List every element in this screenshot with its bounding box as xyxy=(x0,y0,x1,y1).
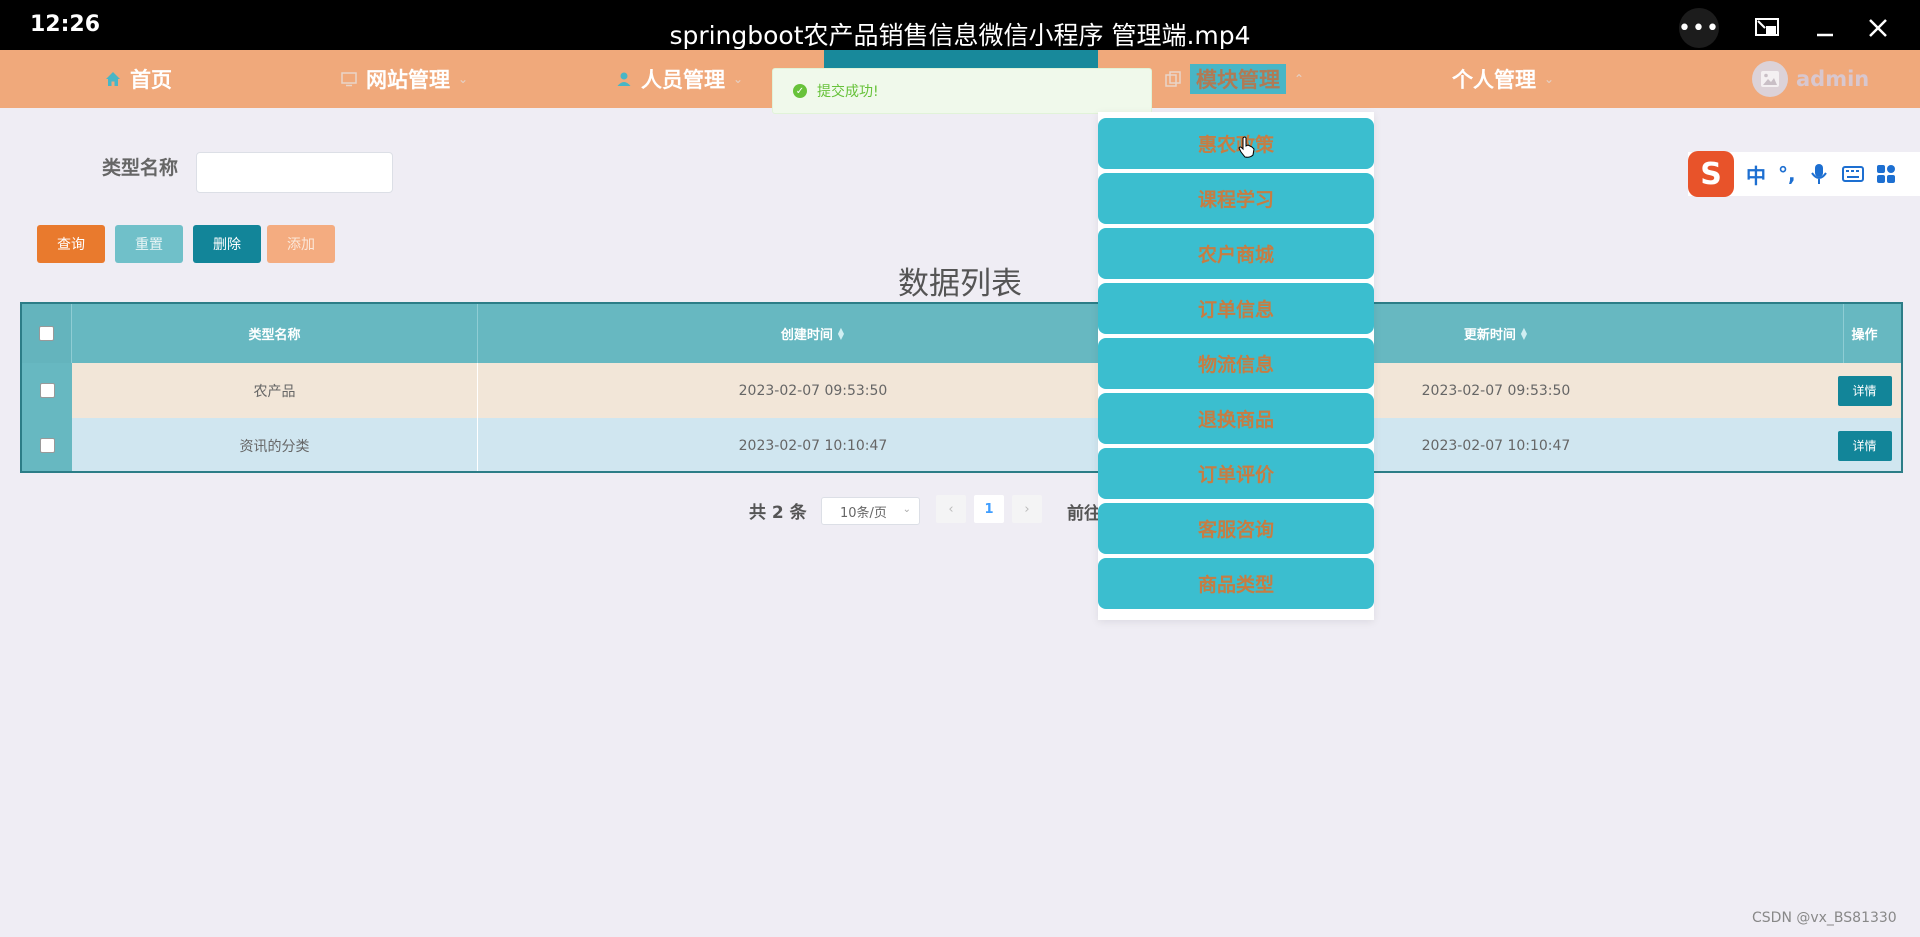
table-header: 类型名称 创建时间 ▲ ▼ 更新时间 ▲ ▼ 操作 xyxy=(22,304,1901,363)
pagination-total: 共 2 条 xyxy=(749,503,807,523)
player-title-bar: 12:26 springboot农产品销售信息微信小程序 管理端.mp4 ••• xyxy=(0,0,1920,50)
menu-item-farmer-mall[interactable]: 农户商城 xyxy=(1098,228,1374,279)
cell-created: 2023-02-07 09:53:50 xyxy=(738,382,888,399)
cell-actions: 详情 xyxy=(1824,363,1901,418)
page-size-value: 10条/页 xyxy=(840,505,887,521)
menu-item-logistics[interactable]: 物流信息 xyxy=(1098,338,1374,389)
close-icon[interactable] xyxy=(1858,8,1898,48)
chevron-down-icon: ⌄ xyxy=(902,504,911,515)
menu-item-reviews[interactable]: 订单评价 xyxy=(1098,448,1374,499)
more-icon[interactable]: ••• xyxy=(1678,8,1719,48)
chevron-down-icon: ⌄ xyxy=(458,72,469,86)
toolbox-icon[interactable] xyxy=(1876,164,1896,184)
header-created-label: 创建时间 xyxy=(780,328,833,343)
nav-personal-management[interactable]: 个人管理 ⌄ xyxy=(1452,50,1554,108)
detail-button[interactable]: 详情 xyxy=(1837,430,1892,461)
cell-actions: 详情 xyxy=(1824,418,1901,471)
pagination-goto: 前往 xyxy=(1067,504,1101,524)
image-icon xyxy=(1761,71,1779,87)
copy-icon xyxy=(1165,71,1181,87)
list-title: 数据列表 xyxy=(898,266,1022,302)
data-table: 类型名称 创建时间 ▲ ▼ 更新时间 ▲ ▼ 操作 农产品 2023-02-07 09:… xyxy=(20,302,1903,473)
username: admin xyxy=(1796,67,1870,91)
user-icon xyxy=(617,72,631,86)
menu-item-returns[interactable]: 退换商品 xyxy=(1098,393,1374,444)
search-label: 类型名称 xyxy=(102,157,179,179)
next-page-button[interactable]: › xyxy=(1012,495,1042,523)
ime-chinese-toggle[interactable]: 中 xyxy=(1746,160,1766,189)
prev-page-button[interactable]: ‹ xyxy=(936,495,966,523)
nav-home[interactable]: 首页 xyxy=(104,50,172,108)
nav-home-label: 首页 xyxy=(130,68,172,92)
ime-punctuation-toggle[interactable]: °, xyxy=(1778,162,1796,186)
cell-created: 2023-02-07 10:10:47 xyxy=(738,437,888,454)
menu-item-orders[interactable]: 订单信息 xyxy=(1098,283,1374,334)
menu-item-policy[interactable]: 惠农政策 xyxy=(1098,118,1374,169)
select-all-checkbox[interactable] xyxy=(39,326,54,341)
hand-cursor-icon xyxy=(1238,136,1255,158)
nav-active-indicator xyxy=(824,50,1098,68)
menu-item-courses[interactable]: 课程学习 xyxy=(1098,173,1374,224)
check-circle-icon: ✓ xyxy=(793,84,807,98)
page-number[interactable]: 1 xyxy=(974,495,1004,523)
picture-in-picture-icon[interactable] xyxy=(1747,8,1787,48)
nav-site-management[interactable]: 网站管理 ⌄ xyxy=(340,50,468,108)
minimize-icon[interactable] xyxy=(1805,8,1845,48)
row-select-cell xyxy=(22,363,72,418)
ime-toolbar: S 中 °, xyxy=(1688,151,1920,197)
keyboard-icon[interactable] xyxy=(1841,165,1864,183)
select-all-cell xyxy=(22,304,72,363)
row-select-cell xyxy=(22,418,72,471)
nav-module-management[interactable]: 模块管理 ⌃ xyxy=(1164,50,1304,108)
nav-site-label: 网站管理 xyxy=(366,68,450,92)
table-row: 资讯的分类 2023-02-07 10:10:47 2023-02-07 10:… xyxy=(22,418,1901,471)
chevron-down-icon: ⌄ xyxy=(1544,72,1555,86)
row-checkbox[interactable] xyxy=(39,438,55,453)
cell-type-name: 农产品 xyxy=(72,363,478,418)
user-menu[interactable]: admin xyxy=(1752,50,1869,108)
table-row: 农产品 2023-02-07 09:53:50 2023-02-07 09:53… xyxy=(22,363,1901,418)
header-created[interactable]: 创建时间 ▲ ▼ xyxy=(478,304,1148,363)
microphone-icon[interactable] xyxy=(1810,163,1828,185)
header-type-name: 类型名称 xyxy=(72,304,478,363)
nav-module-label: 模块管理 xyxy=(1190,64,1286,94)
sort-icon: ▲ ▼ xyxy=(1520,325,1528,341)
menu-item-product-types[interactable]: 商品类型 xyxy=(1098,558,1374,609)
header-updated-label: 更新时间 xyxy=(1463,328,1516,343)
search-input[interactable] xyxy=(196,152,393,193)
nav-personal-label: 个人管理 xyxy=(1452,68,1536,92)
chevron-up-icon: ⌃ xyxy=(1294,72,1305,86)
nav-people-label: 人员管理 xyxy=(641,68,725,92)
nav-people-management[interactable]: 人员管理 ⌄ xyxy=(615,50,743,108)
detail-button[interactable]: 详情 xyxy=(1837,375,1892,406)
monitor-icon xyxy=(341,72,357,87)
page-size-select[interactable]: 10条/页 ⌄ xyxy=(821,497,920,525)
header-actions: 操作 xyxy=(1851,328,1878,343)
menu-item-support[interactable]: 客服咨询 xyxy=(1098,503,1374,554)
sort-icon: ▲ ▼ xyxy=(837,325,845,341)
watermark: CSDN @vx_BS81330 xyxy=(1752,910,1897,926)
video-title: springboot农产品销售信息微信小程序 管理端.mp4 xyxy=(669,21,1251,50)
row-checkbox[interactable] xyxy=(39,383,55,398)
module-dropdown-menu: 惠农政策 课程学习 农户商城 订单信息 物流信息 退换商品 订单评价 客服咨询 … xyxy=(1098,112,1374,620)
avatar xyxy=(1752,61,1788,97)
sogou-logo: S xyxy=(1688,151,1734,197)
chevron-down-icon: ⌄ xyxy=(733,72,744,86)
success-toast: ✓ 提交成功! xyxy=(772,68,1152,114)
home-icon xyxy=(106,72,120,86)
cell-type-name: 资讯的分类 xyxy=(72,418,478,471)
toast-text: 提交成功! xyxy=(817,84,879,100)
